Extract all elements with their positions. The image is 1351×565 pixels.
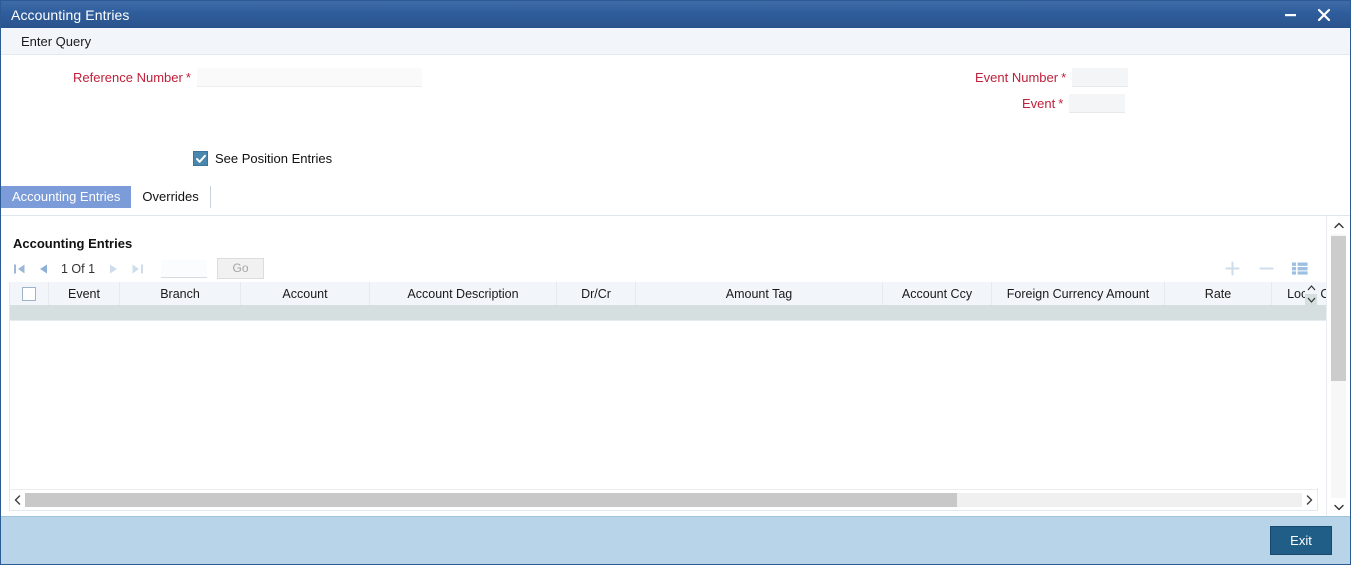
window-content: Reference Number * Event Number * Event … bbox=[1, 55, 1350, 516]
column-foreign-currency-amount[interactable]: Foreign Currency Amount bbox=[991, 282, 1165, 306]
table-empty-row bbox=[10, 321, 1326, 488]
tab-bar: Accounting Entries Overrides bbox=[1, 186, 1350, 208]
accounting-entries-window: Accounting Entries Enter Query Reference… bbox=[0, 0, 1351, 565]
reference-number-required-marker: * bbox=[185, 69, 191, 85]
scroll-up-icon[interactable] bbox=[1327, 216, 1350, 234]
hscroll-thumb[interactable] bbox=[25, 493, 958, 507]
grid-horizontal-scrollbar[interactable] bbox=[10, 489, 1317, 510]
see-position-entries-checkbox[interactable] bbox=[193, 151, 208, 166]
see-position-entries-row: See Position Entries bbox=[193, 151, 332, 166]
form-area: Reference Number * Event Number * Event … bbox=[1, 55, 1350, 115]
column-rate[interactable]: Rate bbox=[1164, 282, 1272, 306]
select-all-checkbox[interactable] bbox=[22, 286, 36, 301]
event-input[interactable] bbox=[1069, 93, 1126, 113]
table-head: Event Branch Account Account Description… bbox=[10, 282, 1326, 306]
column-account-description[interactable]: Account Description bbox=[369, 282, 557, 306]
tab-overrides[interactable]: Overrides bbox=[131, 186, 211, 208]
reference-number-label: Reference Number bbox=[73, 69, 183, 85]
column-branch[interactable]: Branch bbox=[119, 282, 241, 306]
column-account[interactable]: Account bbox=[240, 282, 370, 306]
grid-actions bbox=[1224, 261, 1318, 277]
see-position-entries-label: See Position Entries bbox=[215, 151, 333, 166]
grid-options-icon[interactable] bbox=[1292, 261, 1308, 277]
column-local-currency[interactable]: Local Currenc bbox=[1271, 282, 1326, 306]
reference-number-input[interactable] bbox=[196, 67, 422, 87]
last-page-icon[interactable] bbox=[125, 258, 149, 280]
previous-page-icon[interactable] bbox=[31, 258, 55, 280]
table-header-row: Event Branch Account Account Description… bbox=[10, 282, 1326, 306]
select-all-column bbox=[10, 282, 49, 306]
scroll-down-icon[interactable] bbox=[1327, 498, 1350, 516]
event-number-label: Event Number bbox=[975, 69, 1059, 85]
table-header-band-row bbox=[10, 306, 1326, 321]
page-jump-input[interactable] bbox=[161, 259, 208, 278]
event-field: Event * bbox=[1022, 93, 1126, 113]
panel-inner: Accounting Entries 1 Of 1 Go Event Branc… bbox=[1, 216, 1326, 516]
reference-number-field: Reference Number * bbox=[73, 67, 422, 87]
window-controls bbox=[1280, 5, 1344, 25]
next-page-icon[interactable] bbox=[101, 258, 125, 280]
minimize-icon[interactable] bbox=[1280, 5, 1300, 25]
event-label: Event bbox=[1022, 95, 1056, 111]
scroll-right-icon[interactable] bbox=[1302, 490, 1317, 510]
accounting-entries-table: Event Branch Account Account Description… bbox=[10, 282, 1326, 488]
grid-scroll-up-icon[interactable] bbox=[1305, 282, 1317, 294]
vscroll-track[interactable] bbox=[1331, 234, 1346, 498]
close-icon[interactable] bbox=[1314, 5, 1334, 25]
accounting-entries-section-title: Accounting Entries bbox=[13, 236, 133, 251]
table-header-band bbox=[10, 306, 1326, 321]
main-scroll-panel: Accounting Entries 1 Of 1 Go Event Branc… bbox=[1, 215, 1350, 516]
table-body bbox=[10, 306, 1326, 488]
exit-button[interactable]: Exit bbox=[1270, 526, 1332, 555]
enter-query-menu-item[interactable]: Enter Query bbox=[15, 32, 97, 51]
vscroll-thumb[interactable] bbox=[1331, 236, 1346, 381]
column-amount-tag[interactable]: Amount Tag bbox=[635, 282, 883, 306]
grid-scroll-down-icon[interactable] bbox=[1305, 294, 1317, 306]
go-button[interactable]: Go bbox=[217, 258, 265, 279]
accounting-entries-grid: Event Branch Account Account Description… bbox=[9, 282, 1326, 511]
hscroll-track[interactable] bbox=[25, 493, 1302, 507]
grid-pager: 1 Of 1 bbox=[7, 258, 149, 280]
panel-vertical-scrollbar[interactable] bbox=[1326, 216, 1350, 516]
event-number-field: Event Number * bbox=[975, 67, 1129, 87]
column-event[interactable]: Event bbox=[48, 282, 120, 306]
window-title: Accounting Entries bbox=[11, 6, 130, 23]
add-row-icon[interactable] bbox=[1224, 261, 1240, 277]
table-empty-body bbox=[10, 321, 1326, 488]
event-number-required-marker: * bbox=[1061, 69, 1067, 85]
grid-vscroll-arrows bbox=[1305, 282, 1317, 306]
grid-toolbar: 1 Of 1 Go bbox=[1, 255, 1326, 282]
column-dr-cr[interactable]: Dr/Cr bbox=[556, 282, 636, 306]
event-required-marker: * bbox=[1058, 95, 1064, 111]
first-page-icon[interactable] bbox=[7, 258, 31, 280]
scroll-left-icon[interactable] bbox=[10, 490, 25, 510]
window-footer: Exit bbox=[1, 516, 1350, 564]
menu-strip: Enter Query bbox=[1, 28, 1350, 55]
tab-overrides-label: Overrides bbox=[142, 189, 199, 204]
window-titlebar: Accounting Entries bbox=[1, 1, 1350, 28]
column-account-ccy[interactable]: Account Ccy bbox=[882, 282, 992, 306]
tab-accounting-entries-label: Accounting Entries bbox=[12, 189, 121, 204]
remove-row-icon[interactable] bbox=[1258, 261, 1274, 277]
event-number-input[interactable] bbox=[1072, 67, 1129, 87]
page-indicator: 1 Of 1 bbox=[61, 261, 96, 276]
tab-accounting-entries[interactable]: Accounting Entries bbox=[1, 186, 132, 208]
